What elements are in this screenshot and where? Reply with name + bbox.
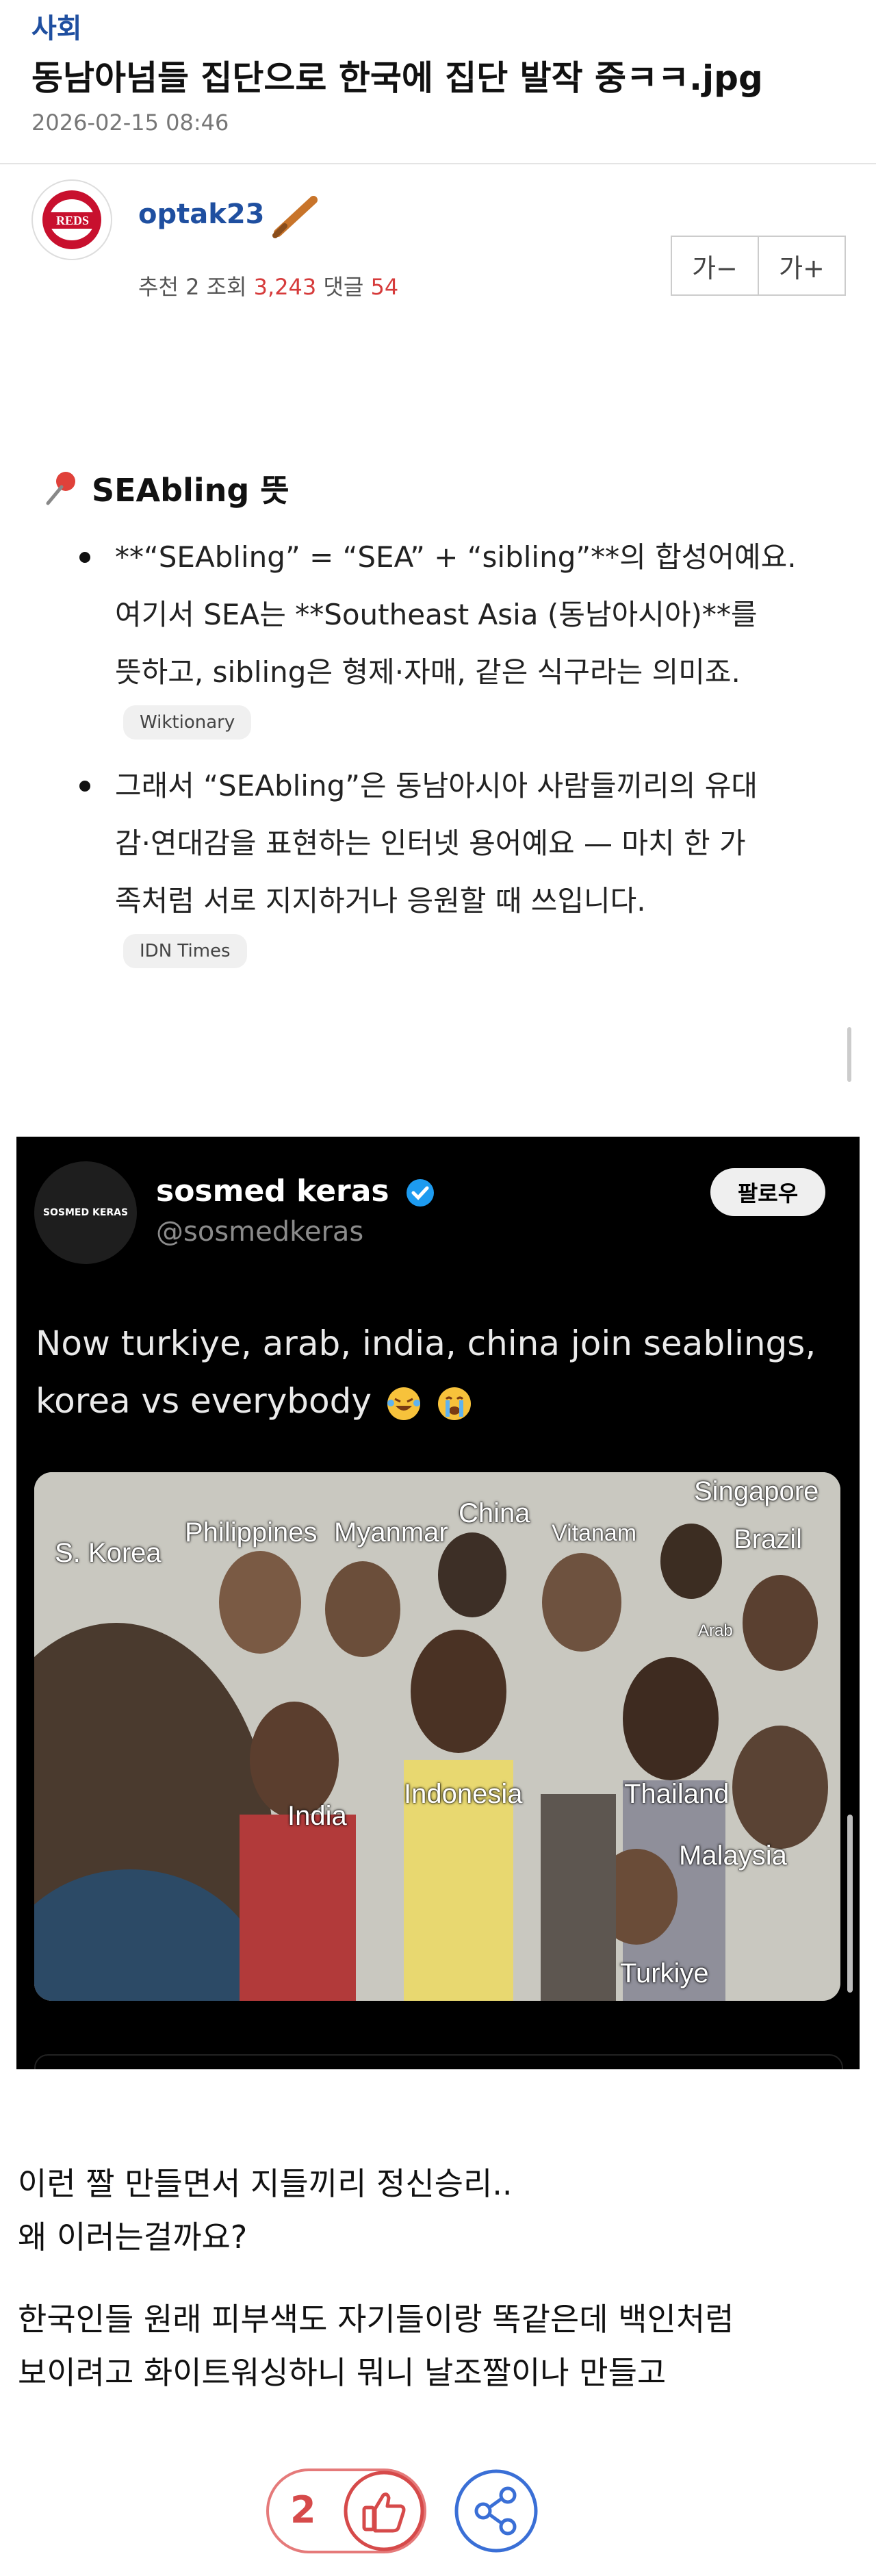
- source-chip[interactable]: IDN Times: [123, 934, 247, 968]
- pushpin-icon: [46, 472, 75, 505]
- body-line: 왜 이러는걸까요?: [18, 2219, 248, 2256]
- bullet-dot: [79, 781, 90, 792]
- label-myanmar: Myanmar: [334, 1517, 448, 1548]
- label-indonesia: Indonesia: [404, 1779, 523, 1809]
- verified-badge-icon: [406, 1179, 434, 1207]
- post-title: 동남아넘들 집단으로 한국에 집단 발작 중ㅋㅋ.jpg: [31, 58, 763, 98]
- list-item: **“SEAbling” = “SEA” + “sibling”**의 합성어예…: [41, 529, 849, 701]
- source-chip[interactable]: Wiktionary: [123, 705, 252, 740]
- embed-heading-text: SEAbling 뜻: [92, 472, 289, 509]
- page-scrollbar[interactable]: [847, 1815, 853, 1993]
- tweet-name-text: sosmed keras: [156, 1174, 389, 1209]
- bullet-line: **“SEAbling” = “SEA” + “sibling”**의 합성어예…: [115, 540, 797, 574]
- share-icon: [454, 2469, 538, 2553]
- reds-logo-icon: REDS: [45, 212, 100, 229]
- bullet-line: 그래서 “SEAbling”은 동남아시아 사람들끼리의 유대: [115, 769, 758, 803]
- share-button[interactable]: [453, 2468, 539, 2554]
- bullet-line: 여기서 SEA는 **Southeast Asia (동남아시아)**를: [115, 598, 758, 631]
- label-brazil: Brazil: [734, 1524, 803, 1554]
- bullet-line: 족처럼 서로 지지하거나 응원할 때 쓰입니다.: [115, 884, 646, 918]
- embed-scrollbar[interactable]: [847, 1027, 851, 1082]
- label-vitanam: Vitanam: [552, 1520, 637, 1546]
- body-line: 보이려고 화이트워싱하니 뭐니 날조짤이나 만들고: [18, 2354, 667, 2391]
- tweet-text-line: Now turkiye, arab, india, china join sea…: [36, 1324, 816, 1363]
- tweet-bottom-bar: [34, 2054, 843, 2069]
- post-stats: 추천 2 조회 3,243 댓글 54: [138, 270, 398, 301]
- baseball-bat-icon: [272, 196, 318, 238]
- follow-button[interactable]: 팔로우: [710, 1168, 825, 1216]
- label-thailand: Thailand: [624, 1779, 730, 1809]
- post-header: 사회 동남아넘들 집단으로 한국에 집단 발작 중ㅋㅋ.jpg 2026-02-…: [31, 10, 846, 136]
- tweet-handle: @sosmedkeras: [156, 1216, 364, 1248]
- list-item: 그래서 “SEAbling”은 동남아시아 사람들끼리의 유대 감·연대감을 표…: [41, 757, 849, 930]
- tweet-text-line2: korea vs everybody: [36, 1372, 843, 1430]
- author-row: REDS optak23 추천 2 조회 3,243 댓글 54 가− 가+: [31, 179, 846, 316]
- bullet-line: 뜻하고, sibling은 형제·자매, 같은 식구라는 의미죠.: [115, 655, 740, 689]
- like-count: 2: [290, 2488, 316, 2531]
- label-china: China: [459, 1498, 530, 1528]
- views-count: 3,243: [253, 274, 317, 300]
- tweet-author-name: sosmed keras: [156, 1174, 435, 1209]
- tweet-avatar: SOSMED KERAS: [34, 1161, 137, 1264]
- bullet-dot: [79, 552, 90, 563]
- label-arab: Arab: [698, 1621, 733, 1640]
- font-decrease-button[interactable]: 가−: [672, 237, 759, 294]
- tweet-text: Now turkiye, arab, india, china join sea…: [36, 1315, 843, 1430]
- laughing-tears-emoji-icon: [387, 1387, 420, 1420]
- label-turkiye: Turkiye: [620, 1958, 709, 1988]
- post-body: 이런 짤 만들면서 지들끼리 정신승리.. 왜 이러는걸까요? 한국인들 원래 …: [18, 2157, 860, 2428]
- recommend-count: 2: [185, 274, 200, 300]
- label-india: India: [287, 1801, 347, 1831]
- embedded-answer: SEAbling 뜻 **“SEAbling” = “SEA” + “sibli…: [41, 466, 849, 1082]
- body-line: 이런 짤 만들면서 지들끼리 정신승리..: [18, 2165, 513, 2202]
- label-malaysia: Malaysia: [679, 1841, 787, 1871]
- views-label: 조회: [206, 274, 247, 300]
- embed-heading: SEAbling 뜻: [41, 466, 849, 511]
- font-increase-button[interactable]: 가+: [759, 237, 845, 294]
- crying-emoji-icon: [437, 1387, 471, 1420]
- label-singapore: Singapore: [694, 1476, 819, 1506]
- post-category[interactable]: 사회: [31, 10, 846, 48]
- label-philippines: Philippines: [185, 1517, 318, 1548]
- font-size-controls: 가− 가+: [671, 236, 846, 296]
- like-button[interactable]: 2: [266, 2468, 427, 2554]
- recommend-label: 추천: [138, 274, 179, 300]
- post-datetime: 2026-02-15 08:46: [31, 110, 229, 136]
- header-divider: [0, 163, 876, 164]
- bullet-line: 감·연대감을 표현하는 인터넷 용어예요 — 마치 한 가: [115, 826, 746, 860]
- label-s-korea: S. Korea: [55, 1538, 162, 1568]
- comments-count: 54: [370, 274, 399, 300]
- comments-label: 댓글: [323, 274, 364, 300]
- post-actions: 2: [266, 2468, 621, 2557]
- thumbs-up-icon: [362, 2492, 406, 2533]
- body-line: 한국인들 원래 피부색도 자기들이랑 똑같은데 백인처럼: [18, 2301, 734, 2338]
- meme-photo[interactable]: S. Korea Philippines Myanmar China Vitan…: [34, 1472, 840, 2001]
- author-username[interactable]: optak23: [138, 199, 265, 230]
- tweet-screenshot: SOSMED KERAS sosmed keras @sosmedkeras 팔…: [16, 1137, 860, 2069]
- avatar[interactable]: REDS: [31, 179, 112, 260]
